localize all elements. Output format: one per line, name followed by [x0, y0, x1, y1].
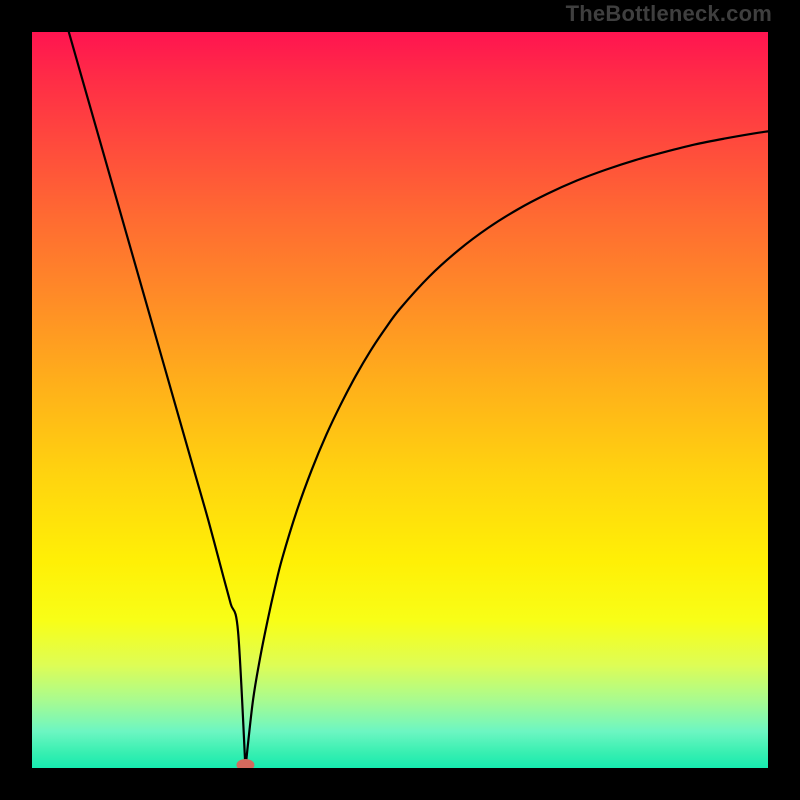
chart-frame: TheBottleneck.com: [0, 0, 800, 800]
plot-background: [32, 32, 768, 768]
watermark-text: TheBottleneck.com: [566, 1, 772, 27]
